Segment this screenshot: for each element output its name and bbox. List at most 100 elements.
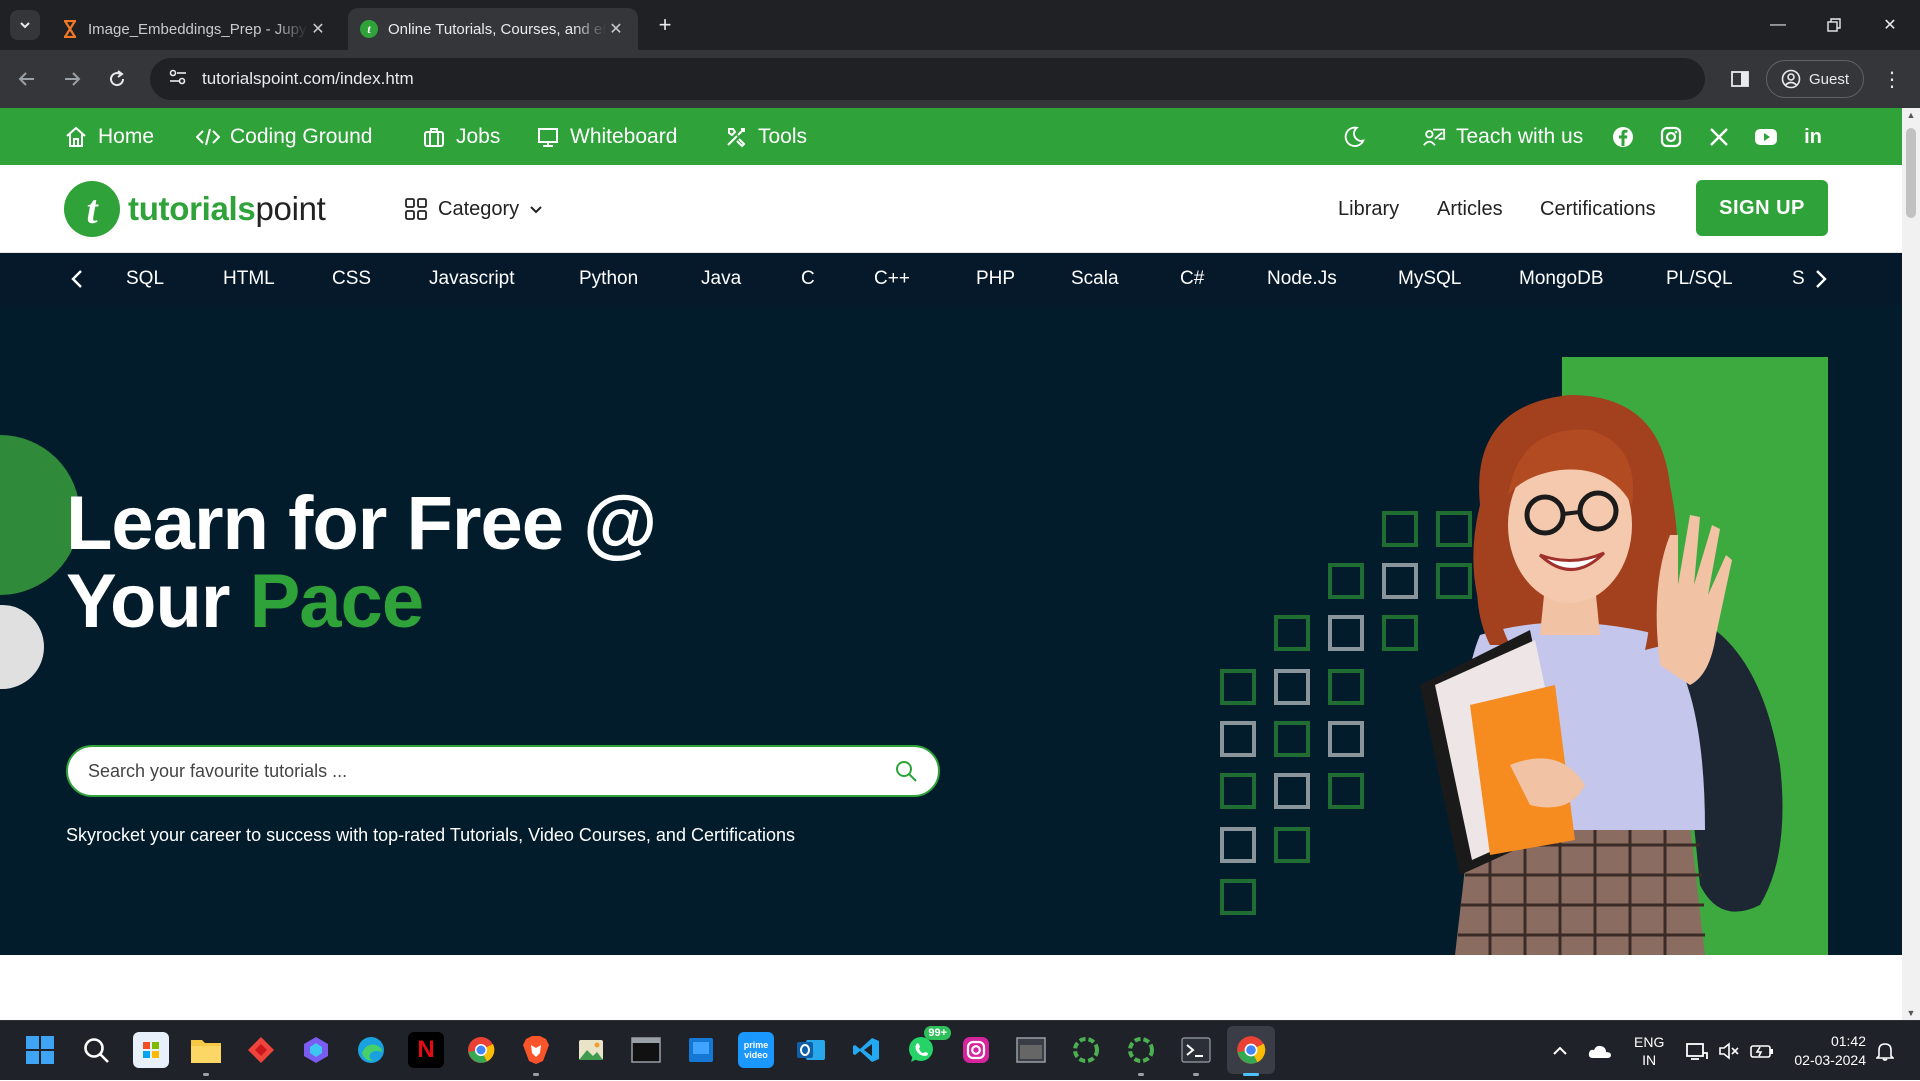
lang-mysql[interactable]: MySQL bbox=[1398, 253, 1461, 305]
search-icon[interactable] bbox=[78, 1032, 114, 1068]
tab-search-button[interactable] bbox=[10, 10, 40, 40]
teach-with-us-link[interactable]: Teach with us bbox=[1422, 108, 1583, 165]
terminal-icon[interactable] bbox=[1178, 1032, 1214, 1068]
deco-square bbox=[1220, 827, 1256, 863]
sign-up-button[interactable]: SIGN UP bbox=[1696, 180, 1828, 236]
chevron-right-icon bbox=[1816, 270, 1827, 288]
youtube-icon[interactable] bbox=[1751, 122, 1781, 152]
search-icon[interactable] bbox=[894, 759, 918, 783]
loading-ring-icon[interactable] bbox=[1068, 1032, 1104, 1068]
lang-mongodb[interactable]: MongoDB bbox=[1519, 253, 1604, 305]
scroll-up-arrow-icon[interactable]: ▲ bbox=[1902, 110, 1920, 120]
lang-java[interactable]: Java bbox=[701, 253, 741, 305]
page-scrollbar[interactable]: ▲ ▼ bbox=[1902, 108, 1920, 1020]
lang-nodejs[interactable]: Node.Js bbox=[1267, 253, 1337, 305]
lang-c[interactable]: C bbox=[801, 253, 815, 305]
certifications-link[interactable]: Certifications bbox=[1540, 187, 1656, 231]
nav-tools[interactable]: Tools bbox=[724, 108, 807, 165]
chrome-icon[interactable] bbox=[463, 1032, 499, 1068]
x-icon[interactable] bbox=[1704, 122, 1734, 152]
scroll-down-arrow-icon[interactable]: ▼ bbox=[1902, 1008, 1920, 1018]
category-label: Category bbox=[438, 197, 520, 220]
window-app-icon[interactable] bbox=[1013, 1032, 1049, 1068]
battery-icon bbox=[1750, 1045, 1773, 1058]
reload-button[interactable] bbox=[102, 64, 132, 94]
windows-taskbar: N prime video 99+ ENG IN 01:42 02-03-202… bbox=[0, 1020, 1920, 1080]
site-header: t tutorialspoint Category Library Articl… bbox=[0, 165, 1902, 253]
lang-scala[interactable]: Scala bbox=[1071, 253, 1119, 305]
lang-python[interactable]: Python bbox=[579, 253, 638, 305]
anydesk-icon[interactable] bbox=[243, 1032, 279, 1068]
clock[interactable]: 01:42 02-03-2024 bbox=[1786, 1021, 1866, 1081]
lang-cpp[interactable]: C++ bbox=[874, 253, 910, 305]
outlook-icon[interactable] bbox=[793, 1032, 829, 1068]
dark-mode-toggle[interactable] bbox=[1342, 108, 1366, 165]
restore-button[interactable] bbox=[1814, 10, 1854, 40]
deco-square bbox=[1328, 721, 1364, 757]
nav-whiteboard[interactable]: Whiteboard bbox=[536, 108, 677, 165]
nav-coding-ground[interactable]: Coding Ground bbox=[196, 108, 372, 165]
code-icon bbox=[196, 125, 220, 149]
tray-overflow-button[interactable] bbox=[1552, 1021, 1568, 1081]
prime-video-icon[interactable]: prime video bbox=[738, 1032, 774, 1068]
tab-tutorialspoint[interactable]: t Online Tutorials, Courses, and eBooks … bbox=[348, 8, 638, 50]
tutorial-search-box[interactable]: Search your favourite tutorials ... bbox=[66, 745, 940, 797]
loading-ring-icon-2[interactable] bbox=[1123, 1032, 1159, 1068]
language-indicator[interactable]: ENG IN bbox=[1634, 1021, 1664, 1081]
scroll-right-button[interactable] bbox=[1814, 253, 1828, 305]
new-tab-button[interactable]: + bbox=[652, 12, 678, 38]
terminal-window-icon[interactable] bbox=[628, 1032, 664, 1068]
lang-plsql[interactable]: PL/SQL bbox=[1666, 253, 1733, 305]
profile-button[interactable]: Guest bbox=[1766, 60, 1865, 98]
forward-button[interactable] bbox=[57, 64, 87, 94]
tab-jupyter[interactable]: Image_Embeddings_Prep - Jupyter ✕ bbox=[50, 8, 340, 50]
search-input[interactable]: Search your favourite tutorials ... bbox=[88, 761, 894, 782]
nav-jobs[interactable]: Jobs bbox=[422, 108, 500, 165]
close-icon[interactable]: ✕ bbox=[606, 19, 626, 39]
scrollbar-thumb[interactable] bbox=[1906, 128, 1916, 218]
site-info-icon[interactable] bbox=[158, 69, 198, 90]
nav-tools-label: Tools bbox=[758, 124, 808, 148]
microsoft-store-icon[interactable] bbox=[133, 1032, 169, 1068]
instagram-app-icon[interactable] bbox=[958, 1032, 994, 1068]
lang-css[interactable]: CSS bbox=[332, 253, 371, 305]
articles-link[interactable]: Articles bbox=[1437, 187, 1503, 231]
library-link[interactable]: Library bbox=[1338, 187, 1399, 231]
deco-square bbox=[1220, 879, 1256, 915]
whatsapp-icon[interactable]: 99+ bbox=[903, 1026, 951, 1068]
file-explorer-icon[interactable] bbox=[188, 1032, 224, 1068]
lang-php[interactable]: PHP bbox=[976, 253, 1015, 305]
browser-menu-button[interactable]: ⋮ bbox=[1880, 60, 1904, 98]
lang-javascript[interactable]: Javascript bbox=[429, 253, 515, 305]
close-icon[interactable]: ✕ bbox=[308, 19, 328, 39]
linkedin-icon[interactable]: in bbox=[1798, 122, 1828, 152]
blue-app-icon[interactable] bbox=[683, 1032, 719, 1068]
nav-home[interactable]: Home bbox=[64, 108, 154, 165]
scroll-left-button[interactable] bbox=[70, 253, 84, 305]
close-window-button[interactable]: ✕ bbox=[1870, 10, 1910, 40]
lang-sql[interactable]: SQL bbox=[126, 253, 164, 305]
site-logo[interactable]: t tutorialspoint bbox=[64, 181, 326, 237]
lang-html[interactable]: HTML bbox=[223, 253, 275, 305]
running-indicator bbox=[533, 1073, 539, 1076]
lang-truncated[interactable]: S bbox=[1792, 253, 1805, 305]
notifications-button[interactable] bbox=[1876, 1021, 1894, 1081]
back-button[interactable] bbox=[12, 64, 42, 94]
edge-icon[interactable] bbox=[353, 1032, 389, 1068]
category-dropdown[interactable]: Category bbox=[404, 187, 543, 231]
lang-csharp[interactable]: C# bbox=[1180, 253, 1204, 305]
chrome-active-icon[interactable] bbox=[1227, 1026, 1275, 1074]
address-bar[interactable]: tutorialspoint.com/index.htm bbox=[150, 58, 1705, 100]
vscode-icon[interactable] bbox=[848, 1032, 884, 1068]
copilot-icon[interactable] bbox=[298, 1032, 334, 1068]
onedrive-icon[interactable] bbox=[1588, 1021, 1612, 1081]
facebook-icon[interactable] bbox=[1608, 122, 1638, 152]
windows-start-icon[interactable] bbox=[22, 1032, 58, 1068]
side-panel-button[interactable] bbox=[1724, 60, 1756, 98]
quick-settings[interactable] bbox=[1686, 1021, 1774, 1081]
netflix-icon[interactable]: N bbox=[408, 1032, 444, 1068]
brave-icon[interactable] bbox=[518, 1032, 554, 1068]
instagram-icon[interactable] bbox=[1656, 122, 1686, 152]
minimize-button[interactable]: — bbox=[1758, 10, 1798, 40]
photos-icon[interactable] bbox=[573, 1032, 609, 1068]
